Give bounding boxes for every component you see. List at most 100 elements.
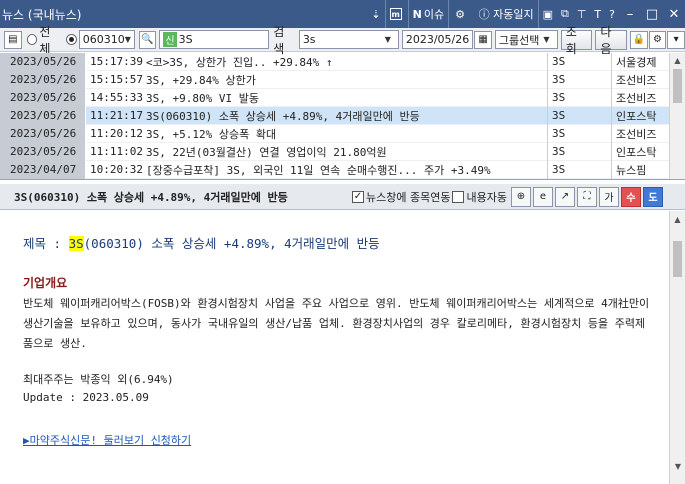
news-source: 조선비즈 (611, 88, 669, 107)
radio-code[interactable] (65, 34, 77, 45)
news-row[interactable]: 2023/05/26 15:17:39 <코>3S, 상한가 진입.. +29.84… (0, 53, 669, 71)
issue-button[interactable]: N 이슈 (407, 0, 448, 28)
news-title: 3S, +29.84% 상한가 (146, 73, 256, 87)
lock-icon[interactable]: 🔒 (629, 30, 648, 49)
news-row[interactable]: 2023/05/26 11:20:12 3S, +5.12% 상승폭 확대 3S 조선비… (0, 124, 669, 143)
gear-icon[interactable]: ⚙ (648, 30, 667, 49)
news-row[interactable]: 2023/05/26 14:55:33 3S, +9.80% VI 발동 3S 조선비즈 (0, 88, 669, 107)
news-code: 3S (547, 106, 611, 125)
calendar-icon[interactable]: ▦ (474, 30, 492, 49)
list-view-icon[interactable]: ▤ (4, 30, 22, 49)
link-option-checkbox[interactable]: ✓ (352, 190, 364, 203)
news-source: 인포스탁 (611, 142, 669, 161)
news-source: 조선비즈 (611, 70, 669, 89)
news-code: 3S (547, 53, 611, 71)
chevron-down-icon[interactable]: ▼ (125, 31, 131, 48)
news-date: 2023/05/26 (0, 124, 86, 143)
news-source: 인포스탁 (611, 106, 669, 125)
news-code: 3S (547, 124, 611, 143)
article-header-title: 3S(060310) 소폭 상승세 +4.89%, 4거래일만에 반등 (14, 190, 288, 204)
article-title: 제목 : 3S(060310) 소폭 상승세 +4.89%, 4거래일만에 반등 (23, 236, 380, 251)
article-body: 제목 : 3S(060310) 소폭 상승세 +4.89%, 4거래일만에 반등… (0, 211, 669, 484)
news-date: 2023/04/07 (0, 160, 86, 179)
article-header: 3S(060310) 소폭 상승세 +4.89%, 4거래일만에 반등 ✓ 뉴스… (0, 184, 685, 210)
news-title: 3S(060310) 소폭 상승세 +4.89%, 4거래일만에 반등 (146, 109, 420, 123)
news-code: 3S (547, 160, 611, 179)
news-code: 3S (547, 70, 611, 89)
browser-icon[interactable]: e (532, 186, 553, 207)
news-title: 3S, +5.12% 상승폭 확대 (146, 127, 277, 141)
buy-button[interactable]: 수 (620, 186, 641, 207)
news-title: <코>3S, 상한가 진입.. +29.84% ↑ (146, 55, 333, 69)
search-label: 검색 (273, 24, 285, 56)
news-row[interactable]: 2023/05/26 11:11:02 3S, 22년(03월결산) 연결 영업이익… (0, 142, 669, 161)
scroll-up-icon[interactable]: ▲ (670, 53, 685, 67)
news-title: 3S, 22년(03월결산) 연결 영업이익 21.80억원 (146, 145, 387, 159)
scroll-thumb[interactable] (673, 241, 682, 277)
scroll-thumb[interactable] (673, 69, 682, 103)
content-auto-option[interactable]: 내용자동 (452, 189, 507, 205)
news-time: 11:11:02 (90, 145, 143, 158)
query-button[interactable]: 조회 (560, 25, 593, 56)
link-option[interactable]: ✓ 뉴스창에 종목연동 (352, 189, 450, 205)
minimize-icon[interactable]: – (619, 0, 641, 28)
arrow-down-icon[interactable]: ⇣ (367, 0, 384, 28)
auto-diary-button[interactable]: ⓘ 자동일지 (473, 0, 537, 28)
share-icon[interactable]: ↗ (554, 186, 575, 207)
sell-button[interactable]: 도 (642, 186, 663, 207)
chevron-down-icon[interactable]: ▼ (539, 31, 553, 48)
more-icon[interactable]: ▾ (667, 30, 685, 49)
scroll-up-icon[interactable]: ▲ (670, 211, 685, 227)
news-time: 11:20:12 (90, 127, 143, 140)
news-date: 2023/05/26 (0, 70, 86, 89)
window-title: 뉴스 (국내뉴스) (2, 7, 82, 22)
news-time: 14:55:33 (90, 91, 143, 104)
article-scrollbar[interactable]: ▲ ▼ (669, 211, 685, 484)
content-auto-checkbox[interactable] (452, 190, 465, 203)
chevron-down-icon[interactable]: ▼ (381, 31, 395, 48)
major-holder-text: 최대주주는 박종익 외(6.94%) (23, 373, 174, 386)
promo-link[interactable]: ▶마약주식신문! 둘러보기 신청하기 (23, 432, 191, 448)
news-row[interactable]: 2023/05/26 11:21:17 3S(060310) 소폭 상승세 +4.8… (0, 106, 669, 125)
title-highlight: 3S (68, 236, 84, 251)
news-source: 뉴스핌 (611, 160, 669, 179)
news-time: 15:17:39 (90, 55, 143, 68)
search-input[interactable]: 3s ▼ (298, 30, 399, 49)
news-source: 조선비즈 (611, 124, 669, 143)
news-date: 2023/05/26 (0, 106, 86, 125)
news-date: 2023/05/26 (0, 53, 86, 71)
news-title: [장중수급포착] 3S, 외국인 11일 연속 순매수행진... 주가 +3.4… (146, 163, 491, 177)
news-code: 3S (547, 88, 611, 107)
expand-icon[interactable]: ⛶ (576, 186, 597, 207)
code-input[interactable]: 060310 ▼ (78, 30, 135, 49)
update-text: Update : 2023.05.09 (23, 391, 149, 404)
news-source: 서울경제 (611, 53, 669, 71)
section-heading: 기업개요 (23, 276, 68, 290)
window-layout-icon[interactable]: ▣ (537, 0, 557, 28)
radio-all-circle[interactable] (26, 34, 38, 45)
zoom-icon[interactable]: ⊕ (510, 186, 531, 207)
new-tag: 신 (163, 32, 177, 47)
close-icon[interactable]: ✕ (663, 0, 685, 28)
date-input[interactable]: 2023/05/26 (401, 30, 474, 49)
news-title: 3S, +9.80% VI 발동 (146, 91, 259, 105)
settings-icon[interactable]: ⚙ (448, 0, 473, 28)
news-time: 10:20:32 (90, 163, 143, 176)
news-time: 15:15:57 (90, 73, 143, 86)
radio-all[interactable]: 전체 (22, 25, 61, 56)
m-icon[interactable]: m (384, 0, 408, 28)
next-button[interactable]: 다음 (595, 25, 627, 56)
group-select[interactable]: 그룹선택 ▼ (494, 30, 558, 49)
list-scrollbar[interactable]: ▲ (669, 53, 685, 179)
news-row[interactable]: 2023/05/26 15:15:57 3S, +29.84% 상한가 3S 조선비즈 (0, 70, 669, 89)
scroll-down-icon[interactable]: ▼ (670, 458, 685, 474)
news-list: 2023/05/26 15:17:39 <코>3S, 상한가 진입.. +29.84… (0, 53, 685, 180)
maximize-icon[interactable]: □ (641, 0, 663, 28)
article-paragraph: 반도체 웨이퍼캐리어박스(FOSB)와 환경시험장치 사업을 주요 사업으로 영… (23, 297, 650, 350)
news-date: 2023/05/26 (0, 142, 86, 161)
font-size-button[interactable]: 가 (598, 186, 619, 207)
news-row[interactable]: 2023/04/07 10:20:32 [장중수급포착] 3S, 외국인 11일 연… (0, 160, 669, 179)
news-date: 2023/05/26 (0, 88, 86, 107)
stock-name-field[interactable]: 신 3S (159, 30, 270, 49)
search-icon[interactable]: 🔍 (138, 30, 157, 49)
